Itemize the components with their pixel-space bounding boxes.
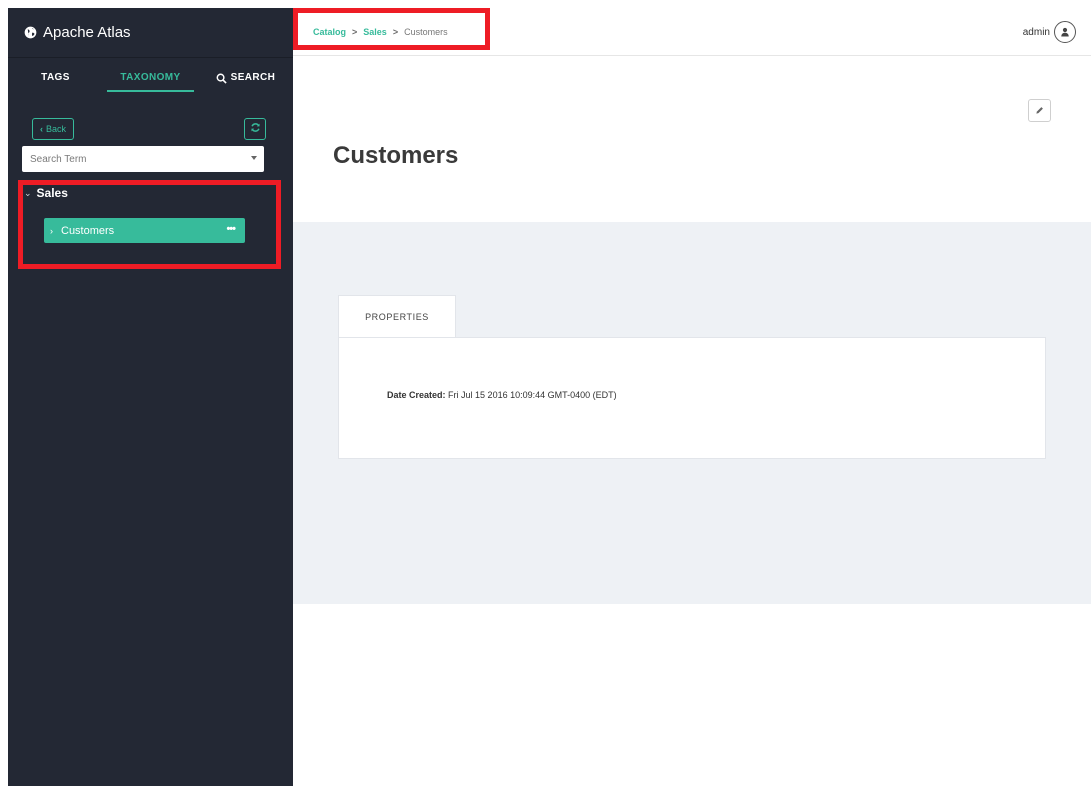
- refresh-icon: [250, 120, 261, 138]
- user-icon[interactable]: [1054, 21, 1076, 43]
- search-term-placeholder: Search Term: [30, 153, 87, 165]
- property-key: Date Created:: [387, 390, 446, 400]
- tab-tags-label: TAGS: [41, 72, 70, 83]
- tree-highlight-box: [18, 180, 281, 269]
- tab-search[interactable]: SEARCH: [198, 58, 293, 98]
- tab-search-label: SEARCH: [230, 72, 276, 83]
- entity-header: Customers: [293, 56, 1091, 222]
- refresh-button[interactable]: [244, 118, 266, 140]
- app-title: Apache Atlas: [43, 24, 131, 41]
- search-term-input[interactable]: Search Term: [22, 146, 264, 172]
- chevron-left-icon: ‹: [40, 124, 43, 134]
- tab-properties-label: PROPERTIES: [365, 312, 429, 322]
- search-icon: [216, 73, 227, 84]
- globe-icon: [24, 26, 37, 39]
- breadcrumb-highlight-box: [293, 8, 490, 50]
- sidebar: Apache Atlas TAGS TAXONOMY SEARCH ‹ Back: [8, 8, 293, 786]
- user-menu[interactable]: admin: [1023, 21, 1076, 43]
- page-title: Customers: [333, 142, 459, 169]
- tab-tags[interactable]: TAGS: [8, 58, 103, 98]
- property-value: Fri Jul 15 2016 10:09:44 GMT-0400 (EDT): [448, 390, 617, 400]
- caret-down-icon[interactable]: [251, 156, 257, 160]
- tab-properties[interactable]: PROPERTIES: [338, 295, 456, 338]
- page-footer-space: [293, 604, 1091, 786]
- pencil-icon: [1035, 102, 1044, 120]
- tab-taxonomy-label: TAXONOMY: [120, 72, 181, 83]
- content-area: PROPERTIES Date Created: Fri Jul 15 2016…: [293, 222, 1091, 604]
- user-name: admin: [1022, 26, 1050, 38]
- edit-button[interactable]: [1028, 99, 1051, 122]
- sidebar-toolbar: ‹ Back: [8, 98, 293, 142]
- properties-panel: Date Created: Fri Jul 15 2016 10:09:44 G…: [338, 337, 1046, 459]
- brand-header[interactable]: Apache Atlas: [8, 8, 293, 58]
- tab-taxonomy[interactable]: TAXONOMY: [103, 58, 198, 98]
- property-date-created: Date Created: Fri Jul 15 2016 10:09:44 G…: [387, 390, 617, 400]
- back-button[interactable]: ‹ Back: [32, 118, 75, 140]
- back-button-label: Back: [46, 124, 67, 134]
- sidebar-tabs: TAGS TAXONOMY SEARCH: [8, 58, 293, 98]
